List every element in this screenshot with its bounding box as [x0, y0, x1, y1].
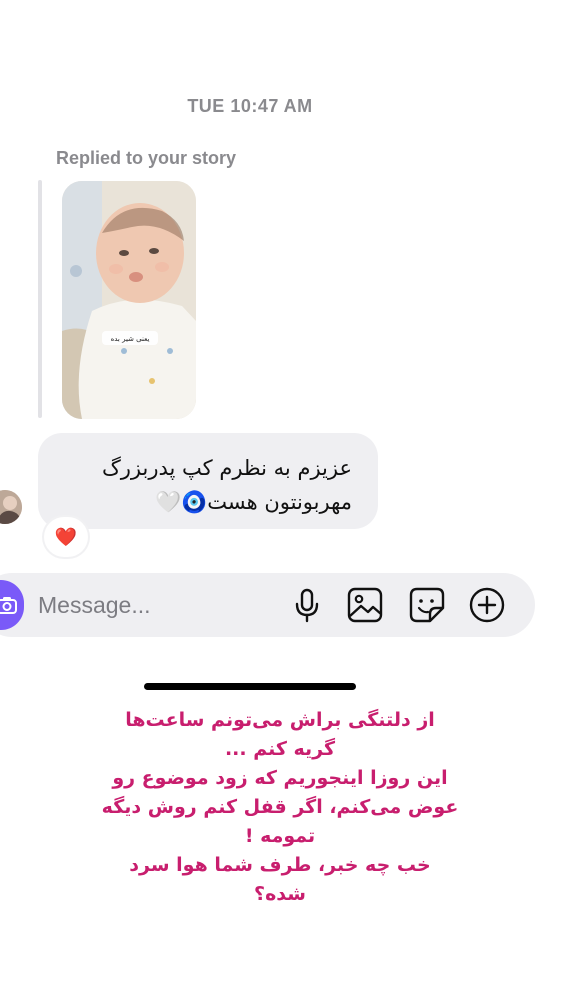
- sender-avatar[interactable]: [0, 490, 22, 524]
- caption-line: عوض می‌کنم، اگر قفل کنم روش دیگه: [101, 796, 459, 818]
- microphone-icon: [295, 588, 319, 623]
- caption-line: از دلتنگی براش می‌تونم ساعت‌ها: [125, 709, 435, 731]
- sticker-button[interactable]: [408, 586, 446, 624]
- story-caption: از دلتنگی براش می‌تونم ساعت‌ها گریه کنم …: [80, 706, 480, 909]
- gallery-button[interactable]: [346, 586, 384, 624]
- plus-circle-icon: [469, 587, 505, 623]
- replied-to-story-label: Replied to your story: [56, 148, 237, 168]
- camera-icon: [0, 597, 17, 614]
- caption-line: این روزا اینجوریم که زود موضوع رو: [112, 767, 448, 789]
- caption-line: تمومه !: [244, 825, 316, 847]
- microphone-button[interactable]: [288, 586, 326, 624]
- sticker-icon: [409, 587, 445, 623]
- caption-line: گریه کنم ...: [224, 738, 336, 760]
- gallery-icon: [347, 587, 383, 623]
- home-indicator: [144, 683, 356, 690]
- message-bubble[interactable]: عزیزم به نظرم کپ پدربزرگ مهربونتون هست🧿🤍: [38, 433, 378, 529]
- reply-quote-bar: [38, 180, 42, 418]
- dm-thread: TUE 10:47 AM Replied to your story یعنی …: [0, 0, 563, 690]
- caption-line: شده؟: [254, 883, 306, 905]
- heart-reaction[interactable]: ❤️: [44, 517, 88, 557]
- story-thumbnail[interactable]: یعنی شیر بده: [62, 181, 196, 419]
- baby-photo-illustration: یعنی شیر بده: [62, 181, 196, 419]
- message-input[interactable]: [38, 588, 278, 622]
- story-sticker-text: یعنی شیر بده: [111, 335, 150, 343]
- caption-line: خب چه خبر، طرف شما هوا سرد: [129, 854, 431, 876]
- add-button[interactable]: [468, 586, 506, 624]
- message-timestamp: TUE 10:47 AM: [187, 96, 313, 116]
- avatar-image: [0, 490, 22, 524]
